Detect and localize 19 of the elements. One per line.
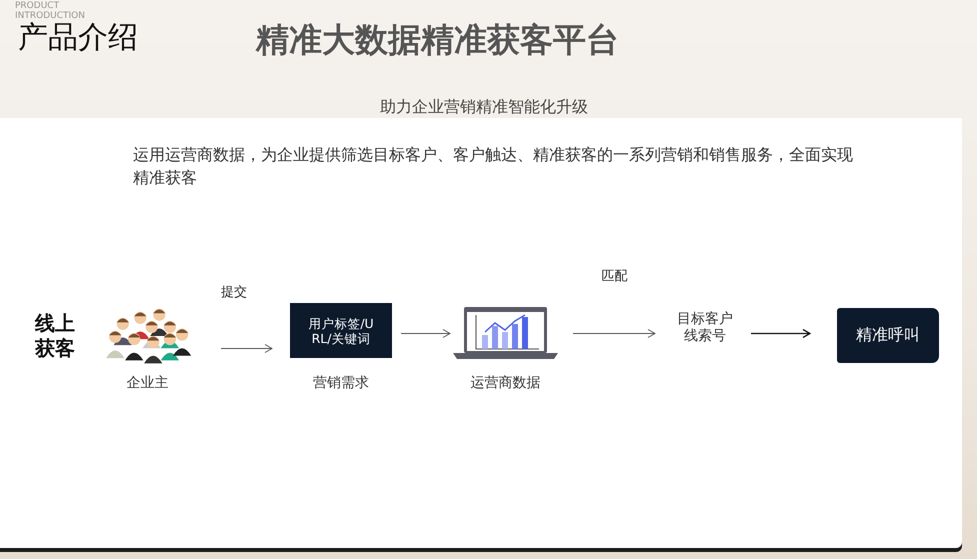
arrow-icon (751, 328, 811, 338)
watermark-text: PRODUCT INTRODUCTION (15, 1, 86, 21)
call-button[interactable]: 精准呼叫 (837, 308, 939, 363)
arrow-label: 提交 (221, 284, 247, 301)
flow-label: 线上获客 (35, 311, 76, 361)
node-caption: 营销需求 (313, 374, 369, 392)
laptop-chart-icon (453, 305, 558, 361)
description-text: 运用运营商数据，为企业提供筛选目标客户、客户触达、精准获客的一系列营销和销售服务，全面实现精准获客 (133, 144, 854, 189)
slide-subtitle: 助力企业营销精准智能化升级 (379, 97, 589, 117)
slide-title: 精准大数据精准获客平台 (256, 20, 619, 60)
target-text: 目标客户线索号 (676, 311, 734, 345)
node-caption: 运营商数据 (470, 374, 540, 392)
section-label: 产品介绍 (18, 22, 138, 54)
arrow-icon (573, 328, 656, 338)
arrow-icon (401, 328, 451, 338)
tag-box: 用户标签/URL/关键词 (290, 303, 392, 358)
node-caption: 企业主 (126, 374, 168, 392)
arrow-icon (221, 344, 273, 353)
arrow-label: 匹配 (602, 268, 628, 285)
